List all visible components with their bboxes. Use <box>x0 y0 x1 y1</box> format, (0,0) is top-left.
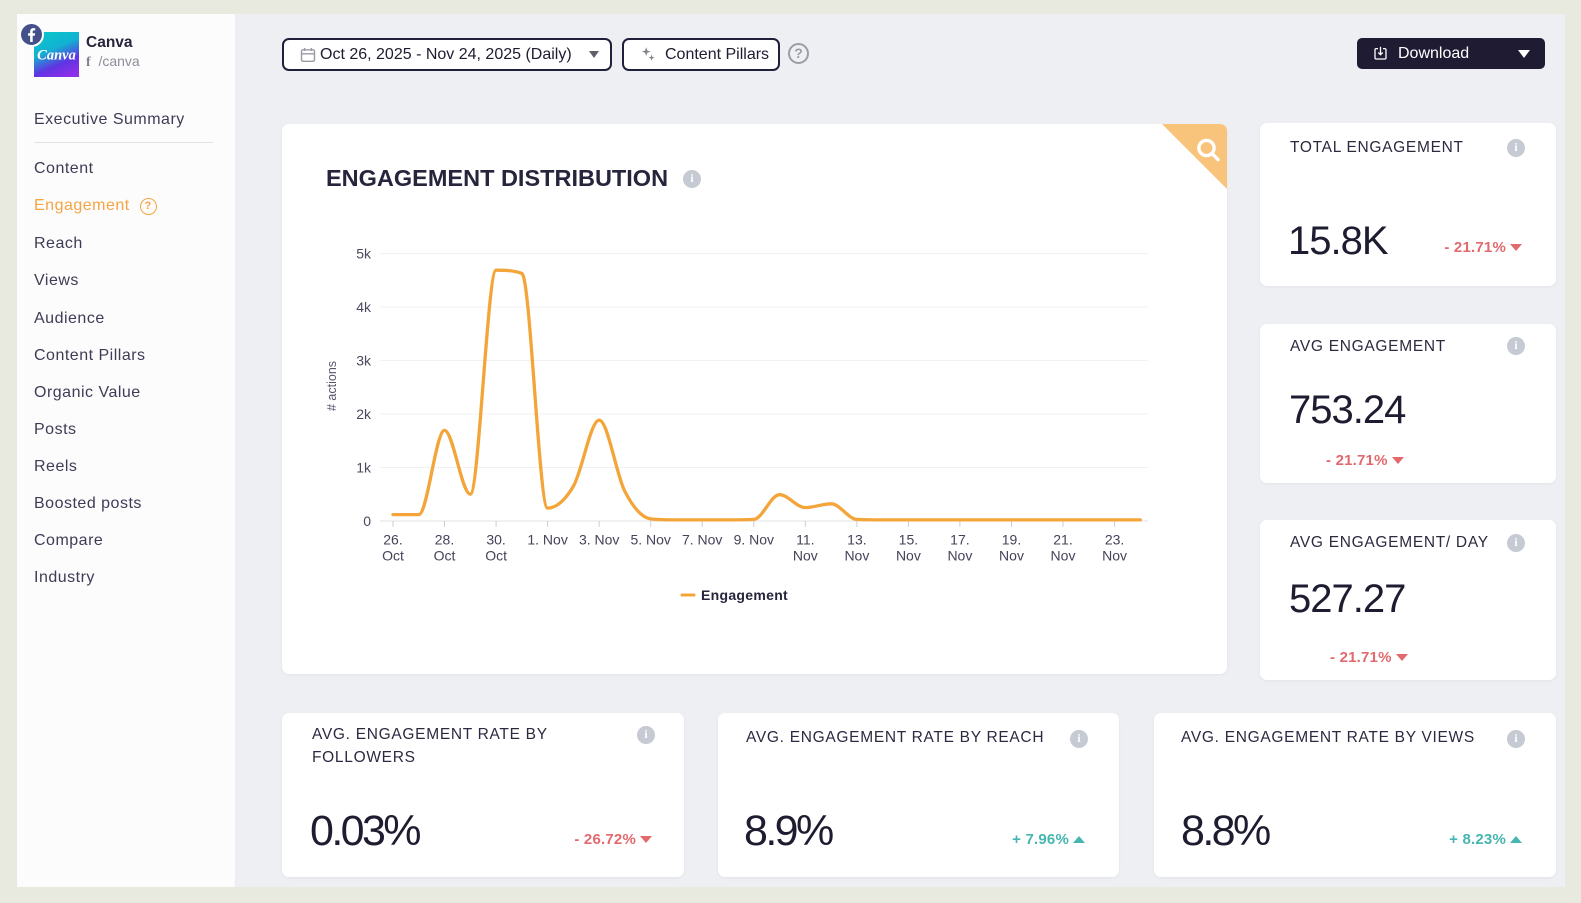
svg-text:1k: 1k <box>356 460 372 476</box>
svg-text:Nov: Nov <box>896 548 921 564</box>
svg-text:7. Nov: 7. Nov <box>682 532 722 548</box>
svg-text:15.: 15. <box>899 532 918 548</box>
svg-text:17.: 17. <box>950 532 969 548</box>
svg-text:Nov: Nov <box>793 548 818 564</box>
svg-text:3k: 3k <box>356 353 372 369</box>
svg-text:Nov: Nov <box>1051 548 1076 564</box>
svg-text:26.: 26. <box>383 532 402 548</box>
svg-text:# actions: # actions <box>325 361 339 411</box>
svg-text:28.: 28. <box>435 532 454 548</box>
svg-text:1. Nov: 1. Nov <box>527 532 567 548</box>
svg-text:2k: 2k <box>356 406 372 422</box>
svg-text:Oct: Oct <box>382 548 404 564</box>
svg-text:9. Nov: 9. Nov <box>734 532 774 548</box>
svg-text:30.: 30. <box>486 532 505 548</box>
svg-text:Oct: Oct <box>434 548 456 564</box>
svg-text:19.: 19. <box>1002 532 1021 548</box>
svg-text:0: 0 <box>363 513 371 529</box>
svg-text:Oct: Oct <box>485 548 507 564</box>
svg-text:5. Nov: 5. Nov <box>630 532 670 548</box>
svg-text:13.: 13. <box>847 532 866 548</box>
svg-text:Nov: Nov <box>999 548 1024 564</box>
svg-text:Nov: Nov <box>1102 548 1127 564</box>
svg-text:Nov: Nov <box>844 548 869 564</box>
svg-text:11.: 11. <box>796 532 814 548</box>
svg-text:3. Nov: 3. Nov <box>579 532 619 548</box>
svg-text:21.: 21. <box>1053 532 1072 548</box>
svg-text:Nov: Nov <box>947 548 972 564</box>
svg-text:Engagement: Engagement <box>701 587 788 603</box>
svg-text:Canva: Canva <box>37 48 76 64</box>
svg-text:5k: 5k <box>356 246 372 262</box>
svg-text:23.: 23. <box>1105 532 1124 548</box>
svg-text:4k: 4k <box>356 299 372 315</box>
